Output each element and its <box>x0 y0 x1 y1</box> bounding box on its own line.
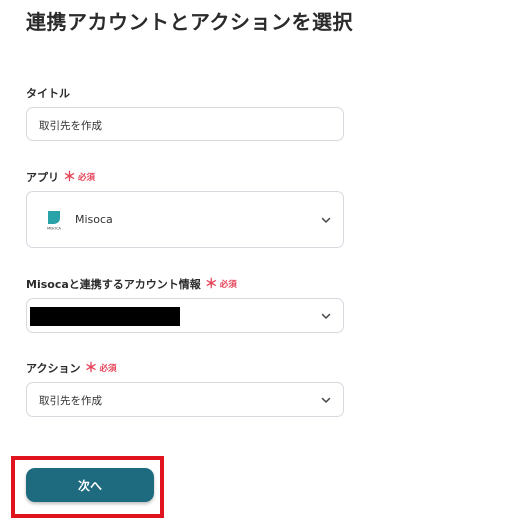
title-field-label: タイトル <box>26 85 70 101</box>
app-field-label: アプリ ＊ 必須 <box>26 169 95 185</box>
app-select-value: Misoca <box>75 213 113 226</box>
required-star: ＊ <box>63 169 77 185</box>
app-select[interactable]: MISOCA Misoca <box>26 191 344 248</box>
chevron-down-icon <box>321 313 331 319</box>
next-button[interactable]: 次へ <box>26 468 154 502</box>
required-star: ＊ <box>84 360 98 376</box>
misoca-logo-icon: MISOCA <box>47 211 62 231</box>
redacted-account-value <box>30 307 180 326</box>
account-label-text: Misocaと連携するアカウント情報 <box>26 278 201 291</box>
action-label-text: アクション <box>26 362 81 375</box>
action-field-label: アクション ＊ 必須 <box>26 360 116 376</box>
title-label-text: タイトル <box>26 87 70 100</box>
action-select[interactable]: 取引先を作成 <box>26 382 344 417</box>
account-field-label: Misocaと連携するアカウント情報 ＊ 必須 <box>26 276 237 292</box>
misoca-logo-caption: MISOCA <box>47 227 61 231</box>
chevron-down-icon <box>321 217 331 223</box>
required-badge: 必須 <box>78 173 96 183</box>
required-badge: 必須 <box>219 280 237 290</box>
title-input[interactable]: 取引先を作成 <box>26 107 344 141</box>
required-star: ＊ <box>204 276 218 292</box>
account-select[interactable] <box>26 298 344 333</box>
title-input-value: 取引先を作成 <box>39 120 102 132</box>
action-select-value: 取引先を作成 <box>39 395 102 407</box>
app-label-text: アプリ <box>26 171 59 184</box>
chevron-down-icon <box>321 397 331 403</box>
required-badge: 必須 <box>99 364 117 374</box>
page-title: 連携アカウントとアクションを選択 <box>26 10 353 34</box>
